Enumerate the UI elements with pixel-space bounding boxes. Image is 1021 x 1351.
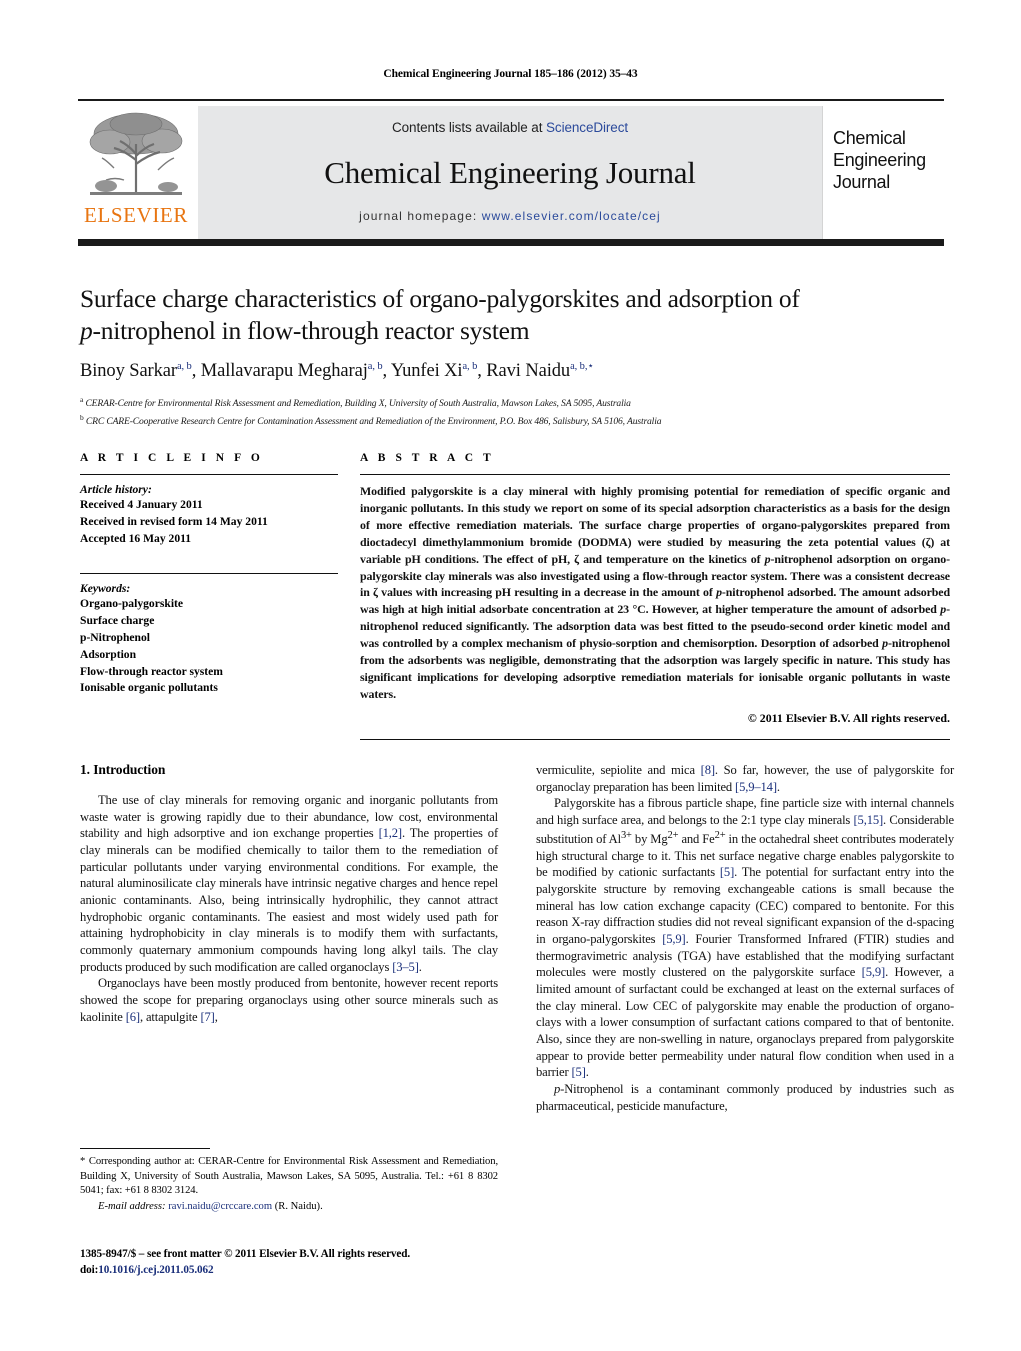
article-history-item: Received 4 January 2011 [80,498,203,511]
doi-link[interactable]: 10.1016/j.cej.2011.05.062 [98,1264,213,1276]
footnote-rule [80,1148,210,1149]
affiliation-marker: b [80,413,84,423]
keyword-item: Flow-through reactor system [80,664,223,678]
abstract-column: A B S T R A C T Modified palygorskite is… [360,452,950,740]
masthead-bottom-rule [78,239,944,246]
homepage-prefix: journal homepage: [359,209,482,223]
page-title: Surface charge characteristics of organo… [80,283,950,346]
author-separator: , [191,361,201,382]
title-block: Surface charge characteristics of organo… [80,283,950,430]
abstract-heading: A B S T R A C T [360,452,495,464]
title-line-1: Surface charge characteristics of organo… [80,284,800,313]
journal-homepage-line: journal homepage: www.elsevier.com/locat… [359,209,661,223]
imprint-block: 1385-8947/$ – see front matter © 2011 El… [80,1246,550,1278]
journal-article-page: Chemical Engineering Journal 185–186 (20… [0,0,1021,1351]
body-paragraph: p-Nitrophenol is a contaminant commonly … [536,1081,954,1113]
corresponding-author-footnote: * Corresponding author at: CERAR-Centre … [80,1148,498,1212]
affiliation-item: b CRC CARE-Cooperative Research Centre f… [80,412,950,430]
article-info-heading: A R T I C L E I N F O [80,452,264,464]
author-affiliation-marker[interactable]: a, b [462,361,477,372]
title-italic-p: p [80,315,93,345]
affiliation-marker: a [80,395,84,405]
keyword-item: p-Nitrophenol [80,630,151,644]
footnote-email-line: E-mail address: ravi.naidu@crccare.com (… [80,1201,498,1212]
issn-front-matter: 1385-8947/$ – see front matter © 2011 El… [80,1248,411,1260]
abstract-copyright: © 2011 Elsevier B.V. All rights reserved… [747,710,950,725]
journal-cover-thumbnail: Chemical Engineering Journal [822,106,944,239]
journal-title: Chemical Engineering Journal [324,155,696,190]
keyword-item: Ionisable organic pollutants [80,681,218,695]
homepage-url-link[interactable]: www.elsevier.com/locate/cej [482,209,661,223]
author-name: Yunfei Xi [390,361,463,382]
author-list: Binoy Sarkara, b, Mallavarapu Megharaja,… [80,360,950,382]
title-line-2: -nitrophenol in flow-through reactor sys… [92,315,530,345]
keywords-label: Keywords: [80,582,131,596]
keywords-rule [80,573,338,575]
doi-line: doi:10.1016/j.cej.2011.05.062 [80,1262,550,1278]
author-name: Binoy Sarkar [80,361,177,382]
abstract-text: Modified palygorskite is a clay mineral … [360,484,950,701]
contents-prefix: Contents lists available at [391,120,547,135]
author-affiliation-marker[interactable]: a, b [177,361,192,372]
elsevier-tree-icon [84,108,188,204]
body-paragraph: The use of clay minerals for removing or… [80,793,498,974]
abstract-rule [360,474,950,475]
author-name: Mallavarapu Megharaj [200,361,368,382]
cover-title-line-1: Chemical [833,128,906,148]
body-column-left: 1. Introduction The use of clay minerals… [80,762,498,1114]
cover-title-line-3: Journal [833,171,890,192]
info-abstract-section: A R T I C L E I N F O Article history: R… [80,452,950,740]
email-address-label: E-mail address: [98,1200,166,1212]
footnote-text: * Corresponding author at: CERAR-Centre … [80,1156,498,1197]
cover-title-line-2: Engineering [833,149,926,170]
article-history-item: Received in revised form 14 May 2011 [80,514,268,528]
author-name: Ravi Naidu [486,361,571,382]
article-history-item: Accepted 16 May 2011 [80,531,192,545]
article-info-rule [80,474,338,475]
doi-prefix: doi: [80,1264,99,1277]
keyword-item: Surface charge [80,614,155,628]
affiliation-text: CERAR-Centre for Environmental Risk Asse… [85,398,631,410]
email-owner: (R. Naidu). [274,1200,323,1212]
keyword-item: Adsorption [80,647,137,661]
author-separator: , [477,361,487,382]
sciencedirect-link[interactable]: ScienceDirect [546,120,628,135]
contents-list-line: Contents lists available at ScienceDirec… [392,120,628,135]
corresponding-author-asterisk[interactable]: ⋆ [587,361,594,372]
email-link[interactable]: ravi.naidu@crccare.com [168,1201,272,1212]
body-column-right: vermiculite, sepiolite and mica [8]. So … [536,762,954,1114]
elsevier-wordmark: ELSEVIER [84,203,188,227]
journal-band: Contents lists available at ScienceDirec… [198,106,822,239]
affiliation-text: CRC CARE-Cooperative Research Centre for… [85,416,662,428]
article-info-column: A R T I C L E I N F O Article history: R… [80,452,338,740]
author-separator: , [382,361,391,382]
cover-title: Chemical Engineering Journal [833,128,926,194]
body-columns: 1. Introduction The use of clay minerals… [80,762,954,1114]
article-history-label: Article history: [80,483,152,496]
running-head: Chemical Engineering Journal 185–186 (20… [383,68,638,80]
author-affiliation-marker[interactable]: a, b [368,361,383,372]
affiliation-list: a CERAR-Centre for Environmental Risk As… [80,394,950,430]
body-paragraph: Palygorskite has a fibrous particle shap… [536,796,955,1080]
body-paragraph: vermiculite, sepiolite and mica [8]. So … [536,763,954,794]
affiliation-item: a CERAR-Centre for Environmental Risk As… [80,394,950,412]
section-heading-introduction: 1. Introduction [80,762,166,777]
keyword-item: Organo-palygorskite [80,597,184,611]
elsevier-logo: ELSEVIER [78,106,194,239]
body-paragraph: Organoclays have been mostly produced fr… [80,976,498,1024]
abstract-bottom-rule [360,738,950,740]
author-affiliation-marker[interactable]: a, b, [570,361,587,372]
journal-masthead: ELSEVIER Contents lists available at Sci… [78,99,944,239]
